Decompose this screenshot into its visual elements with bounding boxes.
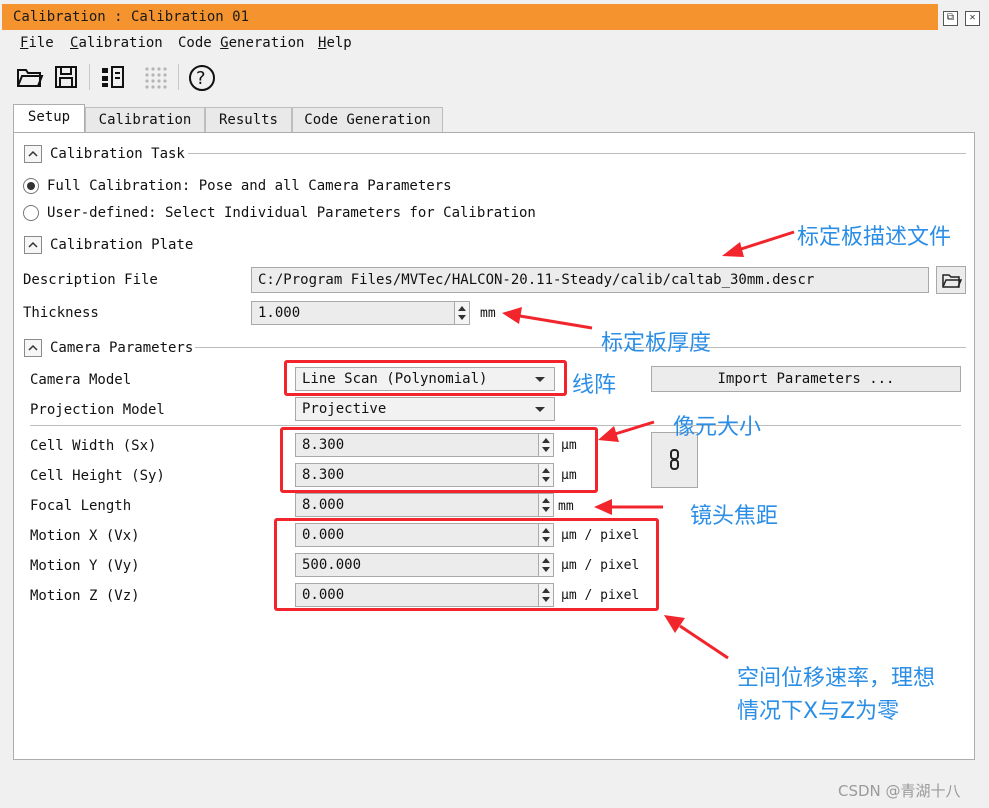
annotation-motion-line2: 情况下X与Z为零	[737, 699, 900, 724]
calibration-window: Calibration : Calibration 01 ⧉ ✕ File Ca…	[0, 0, 989, 808]
annotation-focal-length: 镜头焦距	[690, 504, 779, 529]
annotation-line-scan: 线阵	[572, 373, 617, 398]
watermark: CSDN @青湖十八	[838, 782, 961, 800]
annotation-thickness: 标定板厚度	[601, 331, 712, 356]
annotation-description-file: 标定板描述文件	[797, 225, 952, 250]
annotation-pixel-size: 像元大小	[673, 415, 762, 440]
annotation-motion-line1: 空间位移速率，理想	[737, 666, 936, 691]
